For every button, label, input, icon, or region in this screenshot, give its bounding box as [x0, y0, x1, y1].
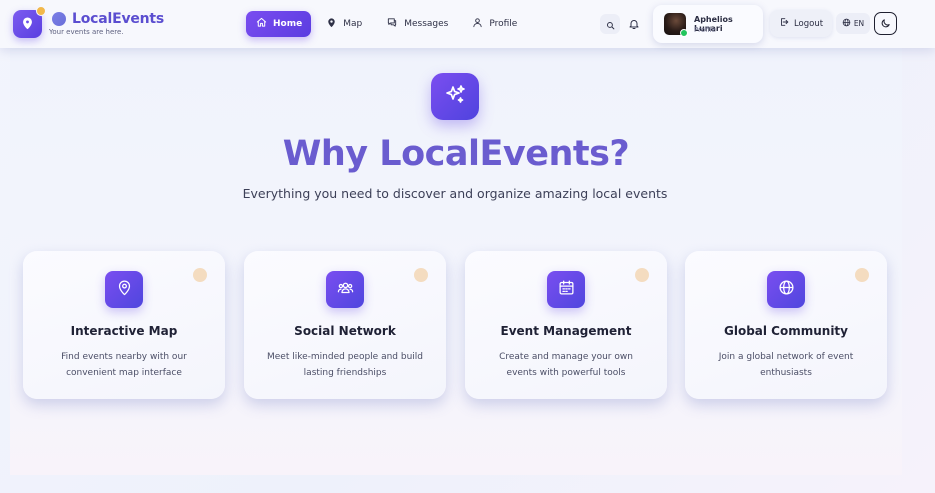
online-status-dot [680, 29, 688, 37]
page-subtitle: Everything you need to discover and orga… [242, 186, 668, 201]
card-description: Meet like-minded people and build lastin… [267, 352, 423, 378]
language-selector[interactable]: EN [836, 13, 870, 34]
brand[interactable]: LocalEvents Your events are here. [49, 11, 165, 36]
map-pin-icon [116, 279, 133, 300]
brand-dot-icon [52, 12, 66, 26]
language-label: EN [853, 19, 865, 28]
user-role: Profile [694, 26, 716, 34]
card-decoration-dot [635, 268, 649, 282]
page-title: Why LocalEvents? [282, 134, 630, 174]
card-title: Social Network [294, 324, 396, 338]
logout-icon [779, 17, 794, 30]
logo-notification-dot [36, 6, 46, 16]
nav-label-profile: Profile [489, 19, 518, 29]
card-title: Interactive Map [70, 324, 178, 338]
feature-card-event-management: Event Management Create and manage your … [465, 251, 667, 399]
nav-label-home: Home [273, 19, 303, 29]
nav-label-map: Map [343, 19, 363, 29]
card-decoration-dot [855, 268, 869, 282]
chat-icon [386, 17, 404, 31]
search-icon [606, 15, 615, 34]
card-description: Join a global network of event enthusias… [718, 352, 854, 378]
brand-tagline: Your events are here. [49, 28, 124, 36]
calendar-icon [558, 279, 575, 300]
card-icon-badge [326, 271, 364, 308]
card-title: Event Management [500, 324, 632, 338]
users-icon [336, 279, 355, 300]
card-description: Find events nearby with our convenient m… [61, 352, 187, 378]
card-decoration-dot [193, 268, 207, 282]
main-nav: Home Map Messages Profile [246, 11, 532, 37]
logo-badge[interactable] [13, 6, 46, 38]
card-title: Global Community [723, 324, 848, 338]
top-header: LocalEvents Your events are here. Home M… [0, 0, 935, 48]
nav-item-profile[interactable]: Profile [463, 11, 526, 37]
nav-label-messages: Messages [404, 19, 449, 29]
map-pin-logo-icon [21, 15, 34, 34]
feature-card-global-community: Global Community Join a global network o… [685, 251, 887, 399]
theme-toggle-button[interactable] [874, 12, 897, 35]
card-description: Create and manage your own events with p… [499, 352, 633, 378]
user-profile-card[interactable]: Aphelios Lunari Profile [653, 5, 763, 43]
brand-name: LocalEvents [72, 11, 165, 27]
card-decoration-dot [414, 268, 428, 282]
card-icon-badge [547, 271, 585, 308]
bell-icon [628, 15, 640, 34]
home-icon [256, 17, 273, 31]
search-button[interactable] [600, 14, 620, 34]
feature-card-interactive-map: Interactive Map Find events nearby with … [23, 251, 225, 399]
moon-icon [880, 14, 891, 33]
globe-icon [778, 279, 795, 300]
card-icon-badge [105, 271, 143, 308]
sparkles-icon [443, 83, 467, 111]
nav-item-map[interactable]: Map [317, 11, 371, 37]
user-icon [472, 17, 489, 31]
logout-button[interactable]: Logout [770, 10, 832, 37]
hero-badge [431, 73, 479, 120]
nav-item-messages[interactable]: Messages [377, 11, 457, 37]
globe-icon [842, 18, 854, 29]
card-icon-badge [767, 271, 805, 308]
map-pin-icon [326, 17, 343, 31]
nav-item-home[interactable]: Home [246, 11, 312, 37]
notifications-button[interactable] [624, 14, 644, 34]
logout-label: Logout [793, 18, 824, 29]
feature-card-social-network: Social Network Meet like-minded people a… [244, 251, 446, 399]
